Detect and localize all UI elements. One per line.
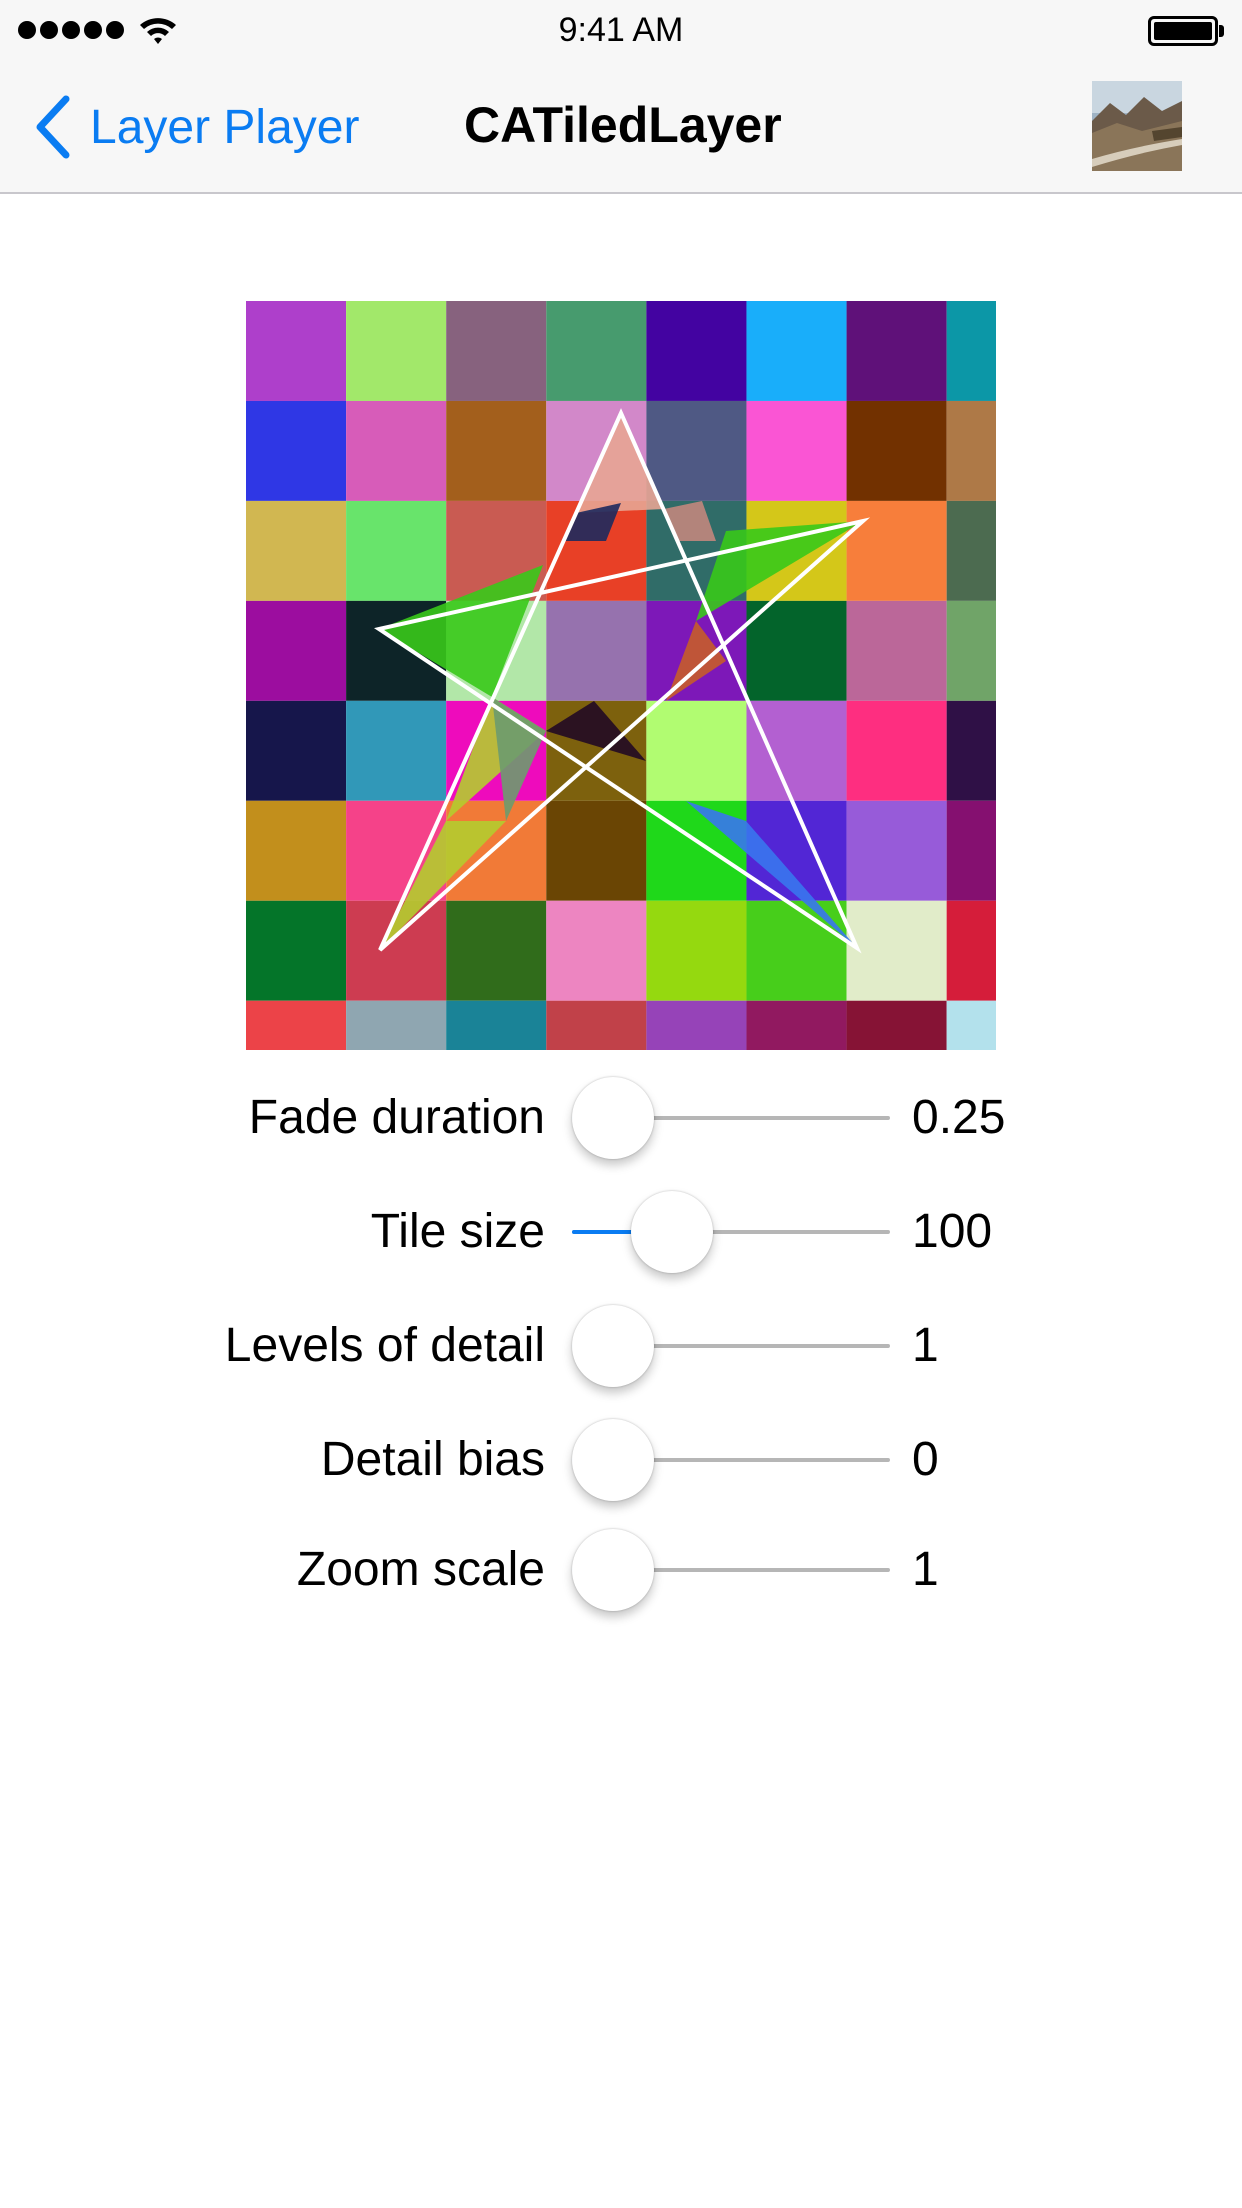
tile xyxy=(546,800,647,901)
tile xyxy=(746,1000,847,1050)
control-value: 1 xyxy=(912,1319,939,1372)
tile xyxy=(646,301,747,401)
tile xyxy=(746,700,847,801)
tile xyxy=(246,1000,347,1050)
tile xyxy=(846,400,947,501)
back-button-label: Layer Player xyxy=(90,100,360,154)
tile xyxy=(446,400,547,501)
slider-thumb[interactable] xyxy=(572,1305,654,1387)
control-value: 100 xyxy=(912,1205,993,1258)
control-label: Levels of detail xyxy=(224,1319,545,1372)
tile xyxy=(946,700,996,801)
tile xyxy=(946,600,996,701)
slider-thumb[interactable] xyxy=(572,1419,654,1501)
tile xyxy=(346,400,447,501)
status-bar: 9:41 AM xyxy=(0,0,1242,64)
battery-icon xyxy=(1148,16,1224,46)
navigation-bar: Layer Player CATiledLayer xyxy=(0,64,1242,194)
control-value: 0 xyxy=(912,1433,939,1486)
tile xyxy=(246,700,347,801)
tile xyxy=(846,1000,947,1050)
tiled-image xyxy=(246,301,996,1050)
tile xyxy=(746,900,847,1001)
tile xyxy=(346,1000,447,1050)
tile xyxy=(446,900,547,1001)
tile xyxy=(846,500,947,601)
tile xyxy=(946,301,996,401)
tile xyxy=(246,400,347,501)
slider-thumb[interactable] xyxy=(631,1191,713,1273)
tile xyxy=(846,800,947,901)
tile xyxy=(446,1000,547,1050)
tile xyxy=(946,500,996,601)
tiled-layer-view xyxy=(246,301,996,1050)
control-value: 0.25 xyxy=(912,1091,1006,1144)
tile xyxy=(546,301,647,401)
control-label: Tile size xyxy=(370,1205,545,1258)
tile xyxy=(946,900,996,1001)
tile xyxy=(246,301,347,401)
tile xyxy=(946,800,996,901)
tile xyxy=(646,1000,747,1050)
tile xyxy=(646,700,747,801)
tile xyxy=(746,400,847,501)
tile xyxy=(846,900,947,1001)
tile xyxy=(346,301,447,401)
tile xyxy=(446,301,547,401)
control-label: Fade duration xyxy=(248,1091,545,1144)
back-button[interactable]: Layer Player xyxy=(32,94,359,160)
tile xyxy=(646,400,747,501)
tile xyxy=(546,900,647,1001)
tile xyxy=(346,500,447,601)
tile xyxy=(546,600,647,701)
control-value: 1 xyxy=(912,1543,939,1596)
slider-thumb[interactable] xyxy=(572,1529,654,1611)
tile xyxy=(246,600,347,701)
tile xyxy=(846,600,947,701)
slider-thumb[interactable] xyxy=(572,1077,654,1159)
tile xyxy=(546,1000,647,1050)
chevron-left-icon xyxy=(36,95,70,159)
tile xyxy=(846,301,947,401)
tile xyxy=(746,600,847,701)
page-title: CATiledLayer xyxy=(464,97,782,153)
tile xyxy=(246,800,347,901)
control-label: Detail bias xyxy=(320,1433,545,1486)
tile xyxy=(946,400,996,501)
tile xyxy=(346,700,447,801)
tile xyxy=(246,500,347,601)
slider-track[interactable] xyxy=(572,1230,890,1234)
control-label: Zoom scale xyxy=(296,1543,545,1596)
tile xyxy=(746,301,847,401)
landscape-photo-thumbnail[interactable] xyxy=(1092,81,1182,171)
status-time: 9:41 AM xyxy=(558,11,684,49)
tile xyxy=(846,700,947,801)
tile xyxy=(246,900,347,1001)
tile xyxy=(946,1000,996,1050)
tile xyxy=(646,900,747,1001)
